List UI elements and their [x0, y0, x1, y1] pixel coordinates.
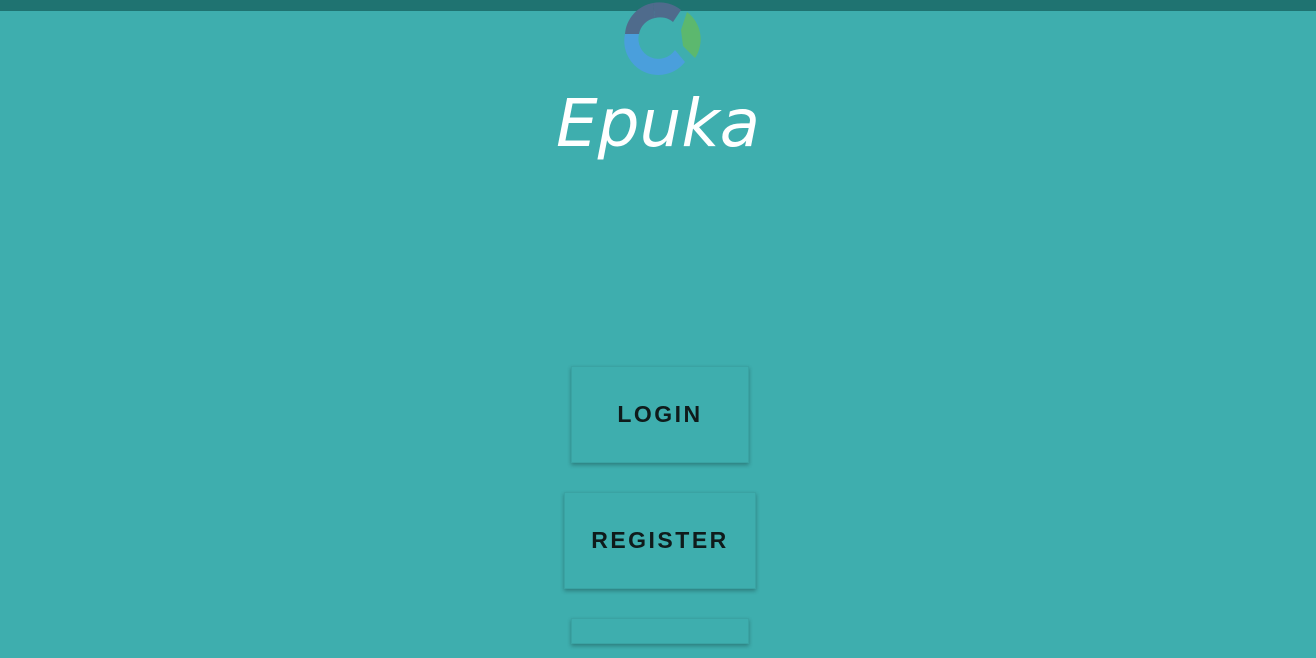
epuka-logo-icon	[619, 0, 701, 78]
register-button-label: REGISTER	[591, 527, 729, 553]
register-button[interactable]: REGISTER	[564, 492, 756, 589]
app-title: Epuka	[555, 85, 761, 162]
login-button[interactable]: LOGIN	[571, 366, 749, 463]
partially-visible-button[interactable]	[571, 618, 749, 644]
login-button-label: LOGIN	[617, 401, 703, 427]
